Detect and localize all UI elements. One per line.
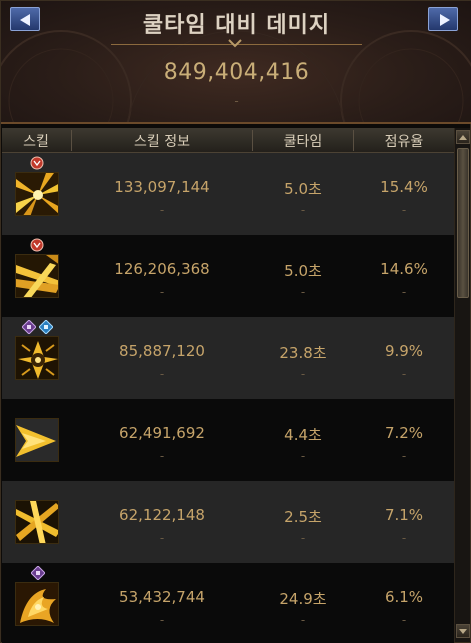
table-row[interactable]: 133,097,144 - 5.0초 - 15.4% -: [2, 153, 454, 235]
total-damage-value: 849,404,416: [163, 60, 310, 85]
red-rune-badge-icon: [30, 156, 44, 170]
damage-value: 62,122,148: [119, 506, 205, 524]
share-value: 6.1%: [384, 588, 424, 606]
share-sub: -: [401, 203, 407, 217]
table-row[interactable]: 85,887,120 - 23.8초 - 9.9% -: [2, 317, 454, 399]
share-value: 7.1%: [384, 506, 424, 524]
gold-arrow-thrust-icon[interactable]: [15, 418, 59, 462]
cooldown-value: 4.4초: [284, 426, 322, 444]
column-cooldown[interactable]: 쿨타임: [253, 131, 353, 151]
table-row[interactable]: 62,122,148 - 2.5초 - 7.1% -: [2, 481, 454, 563]
damage-value: 85,887,120: [119, 342, 205, 360]
gold-fire-swirl-icon[interactable]: [15, 582, 59, 626]
gold-slash-strike-icon[interactable]: [15, 254, 59, 298]
share-sub: -: [401, 531, 407, 545]
skill-table: 133,097,144 - 5.0초 - 15.4% - 126,206,368…: [2, 153, 454, 643]
share-sub: -: [401, 613, 407, 627]
gold-claw-burst-icon[interactable]: [15, 336, 59, 380]
share-value: 7.2%: [384, 424, 424, 442]
cooldown-sub: -: [300, 449, 306, 463]
share-value: 15.4%: [380, 178, 428, 196]
arrow-right-icon: [440, 14, 450, 26]
scroll-down-button[interactable]: [456, 624, 470, 638]
cooldown-value: 5.0초: [284, 262, 322, 280]
purple-diamond-badge-icon: [22, 320, 36, 334]
title-chevron-icon: [228, 39, 242, 48]
share-value: 9.9%: [384, 342, 424, 360]
total-damage-sub: -: [234, 94, 239, 108]
damage-value: 133,097,144: [114, 178, 210, 196]
damage-sub: -: [159, 531, 165, 545]
blue-diamond-badge-icon: [39, 320, 53, 334]
column-skill[interactable]: 스킬: [2, 131, 70, 151]
damage-value: 53,432,744: [119, 588, 205, 606]
cooldown-sub: -: [300, 613, 306, 627]
cooldown-sub: -: [300, 367, 306, 381]
arrow-left-icon: [20, 14, 30, 26]
panel-header: 쿨타임 대비 데미지 849,404,416 -: [1, 1, 471, 124]
table-row[interactable]: 53,432,744 - 24.9초 - 6.1% -: [2, 563, 454, 643]
damage-sub: -: [159, 449, 165, 463]
purple-diamond-badge-icon: [31, 566, 45, 580]
gold-radiant-burst-icon[interactable]: [15, 172, 59, 216]
cooldown-value: 5.0초: [284, 180, 322, 198]
table-row[interactable]: 62,491,692 - 4.4초 - 7.2% -: [2, 399, 454, 481]
damage-value: 62,491,692: [119, 424, 205, 442]
cooldown-sub: -: [300, 203, 306, 217]
cooldown-sub: -: [300, 531, 306, 545]
prev-page-button[interactable]: [10, 7, 40, 31]
cooldown-value: 24.9초: [279, 590, 327, 608]
arrow-down-icon: [459, 629, 467, 634]
table-scrollbar[interactable]: [454, 128, 470, 642]
column-share[interactable]: 점유율: [354, 131, 454, 151]
damage-sub: -: [159, 285, 165, 299]
gold-crossed-blades-icon[interactable]: [15, 500, 59, 544]
scroll-thumb[interactable]: [457, 148, 469, 298]
panel-title: 쿨타임 대비 데미지: [142, 13, 331, 38]
damage-sub: -: [159, 613, 165, 627]
cooldown-value: 2.5초: [284, 508, 322, 526]
column-header: 스킬 스킬 정보 쿨타임 점유율: [2, 128, 454, 153]
damage-value: 126,206,368: [114, 260, 210, 278]
damage-sub: -: [159, 203, 165, 217]
skill-damage-panel: 쿨타임 대비 데미지 849,404,416 - 스킬 스킬 정보 쿨타임 점유…: [0, 0, 471, 643]
next-page-button[interactable]: [428, 7, 458, 31]
scroll-up-button[interactable]: [456, 130, 470, 144]
red-rune-badge-icon: [30, 238, 44, 252]
cooldown-sub: -: [300, 285, 306, 299]
column-skill-info[interactable]: 스킬 정보: [72, 131, 252, 151]
damage-sub: -: [159, 367, 165, 381]
arrow-up-icon: [459, 135, 467, 140]
share-sub: -: [401, 449, 407, 463]
share-value: 14.6%: [380, 260, 428, 278]
share-sub: -: [401, 285, 407, 299]
share-sub: -: [401, 367, 407, 381]
cooldown-value: 23.8초: [279, 344, 327, 362]
table-row[interactable]: 126,206,368 - 5.0초 - 14.6% -: [2, 235, 454, 317]
